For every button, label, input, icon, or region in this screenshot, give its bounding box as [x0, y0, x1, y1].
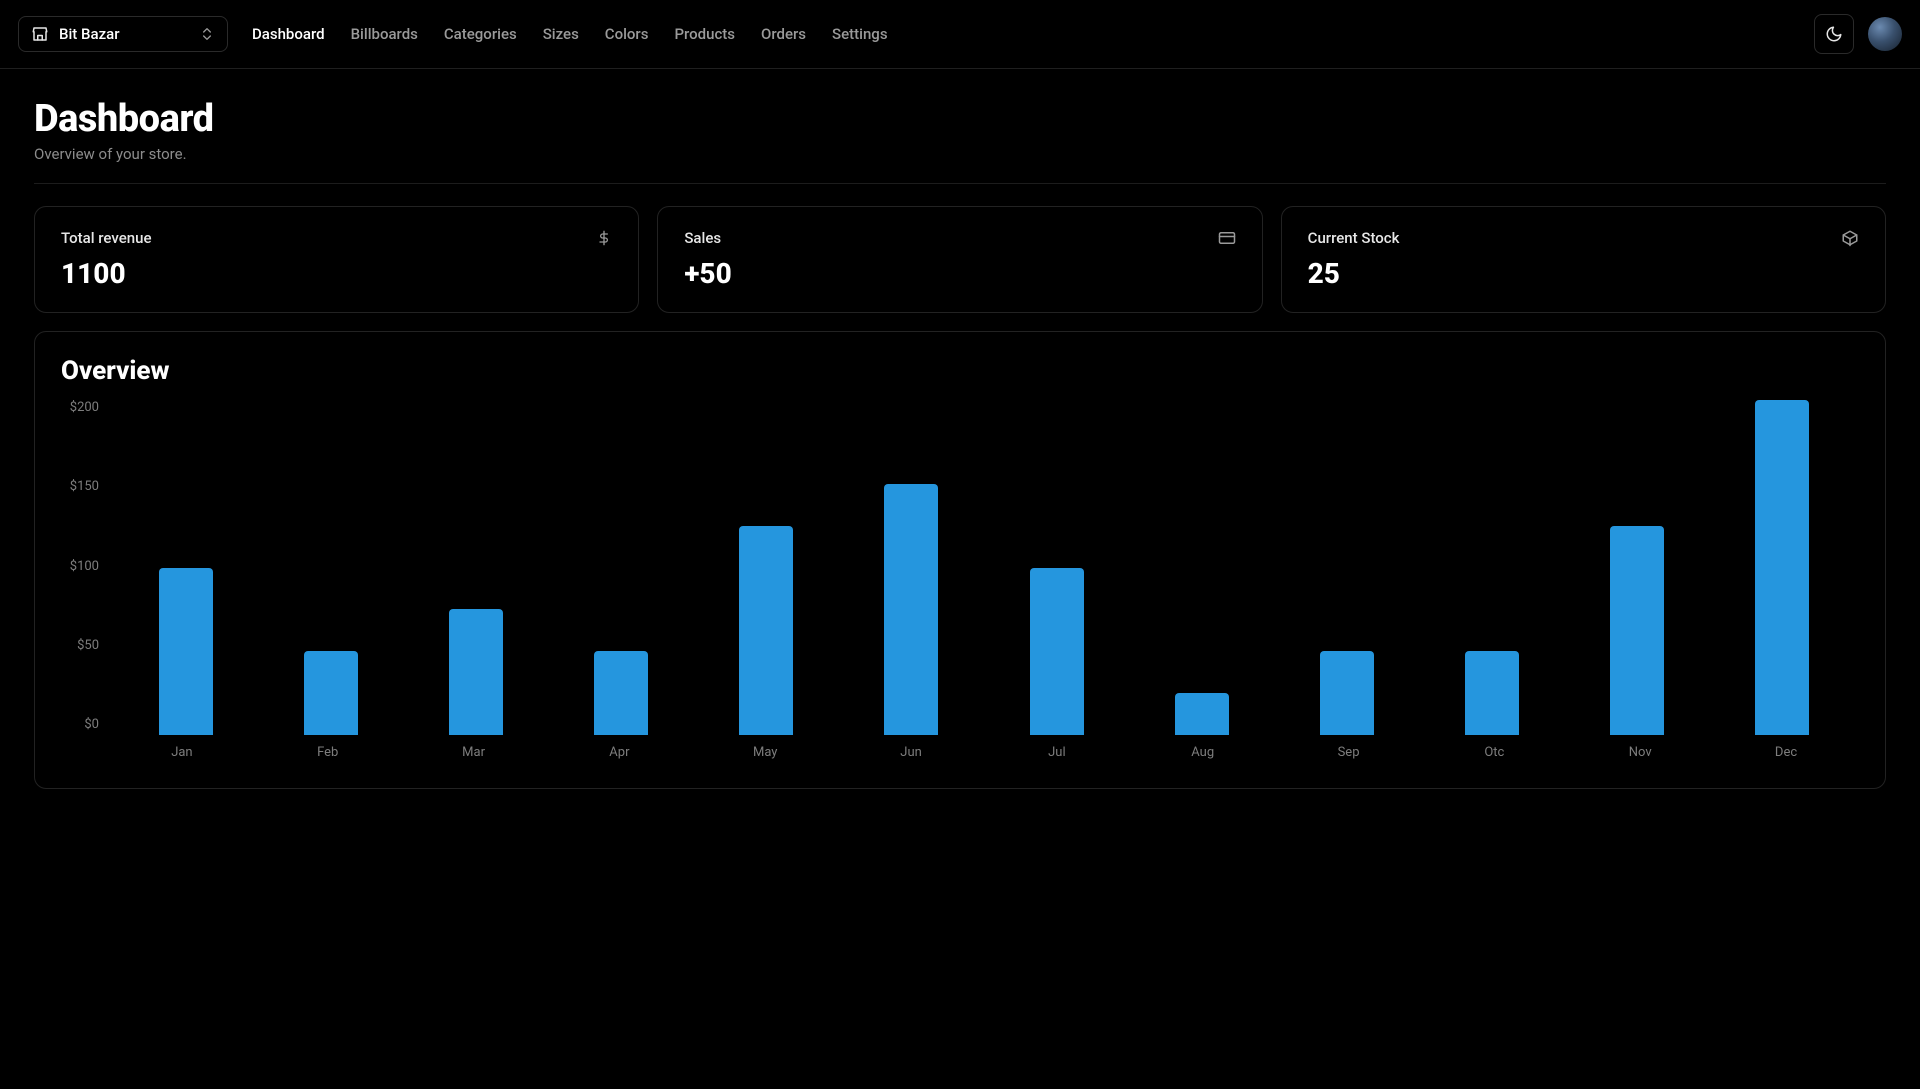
card-label: Current Stock: [1308, 229, 1400, 247]
bar-feb: [304, 651, 358, 735]
x-tick: Mar: [401, 745, 547, 760]
nav-item-categories[interactable]: Categories: [444, 25, 517, 43]
x-tick: Otc: [1421, 745, 1567, 760]
bar-slot: [984, 400, 1129, 735]
dollar-icon: [596, 230, 612, 246]
bar-dec: [1755, 400, 1809, 735]
bar-slot: [1129, 400, 1274, 735]
nav-item-sizes[interactable]: Sizes: [543, 25, 579, 43]
bar-slot: [1420, 400, 1565, 735]
bar-sep: [1320, 651, 1374, 735]
x-tick: Jan: [109, 745, 255, 760]
nav-item-dashboard[interactable]: Dashboard: [252, 25, 325, 43]
bar-slot: [403, 400, 548, 735]
bar-otc: [1465, 651, 1519, 735]
nav-item-settings[interactable]: Settings: [832, 25, 888, 43]
bar-slot: [1274, 400, 1419, 735]
x-tick: Jul: [984, 745, 1130, 760]
package-icon: [1841, 229, 1859, 247]
chart-title: Overview: [61, 356, 1859, 386]
y-tick: $0: [84, 717, 99, 732]
bar-slot: [839, 400, 984, 735]
page-subtitle: Overview of your store.: [34, 145, 1886, 163]
bar-nov: [1610, 526, 1664, 735]
chart-panel: Overview $200 $150 $100 $50 $0 JanFebMarAprM…: [34, 331, 1886, 789]
bar-slot: [549, 400, 694, 735]
y-tick: $100: [70, 559, 99, 574]
x-tick: Sep: [1276, 745, 1422, 760]
bar-slot: [258, 400, 403, 735]
y-tick: $50: [77, 638, 99, 653]
card-sales: Sales +50: [657, 206, 1262, 313]
bar-slot: [694, 400, 839, 735]
moon-icon: [1825, 25, 1843, 43]
x-tick: Feb: [255, 745, 401, 760]
x-tick: Jun: [838, 745, 984, 760]
x-tick: Apr: [546, 745, 692, 760]
main-nav: Dashboard Billboards Categories Sizes Colors…: [252, 25, 888, 43]
theme-toggle[interactable]: [1814, 14, 1854, 54]
y-tick: $150: [70, 479, 99, 494]
chevron-up-down-icon: [199, 26, 215, 42]
credit-card-icon: [1218, 229, 1236, 247]
card-label: Sales: [684, 229, 721, 247]
chart-x-axis: JanFebMarAprMayJunJulAugSepOtcNovDec: [109, 745, 1859, 760]
nav-item-billboards[interactable]: Billboards: [351, 25, 418, 43]
card-label: Total revenue: [61, 229, 151, 247]
x-tick: Dec: [1713, 745, 1859, 760]
avatar[interactable]: [1868, 17, 1902, 51]
store-selector[interactable]: Bit Bazar: [18, 16, 228, 52]
store-name: Bit Bazar: [59, 25, 189, 43]
bar-slot: [113, 400, 258, 735]
bar-mar: [449, 609, 503, 735]
nav-item-colors[interactable]: Colors: [605, 25, 649, 43]
page-title: Dashboard: [34, 97, 1886, 141]
bar-jun: [884, 484, 938, 735]
bar-slot: [1710, 400, 1855, 735]
bar-jul: [1030, 568, 1084, 736]
nav-item-products[interactable]: Products: [674, 25, 735, 43]
x-tick: Aug: [1130, 745, 1276, 760]
bar-apr: [594, 651, 648, 735]
x-tick: Nov: [1567, 745, 1713, 760]
bar-may: [739, 526, 793, 735]
card-current-stock: Current Stock 25: [1281, 206, 1886, 313]
card-total-revenue: Total revenue 1100: [34, 206, 639, 313]
nav-item-orders[interactable]: Orders: [761, 25, 806, 43]
bar-jan: [159, 568, 213, 736]
bar-slot: [1565, 400, 1710, 735]
card-value: +50: [684, 257, 1235, 290]
divider: [34, 183, 1886, 184]
bar-aug: [1175, 693, 1229, 735]
y-tick: $200: [70, 400, 99, 415]
card-value: 1100: [61, 257, 612, 290]
store-icon: [31, 25, 49, 43]
chart-bars: [109, 400, 1859, 735]
x-tick: May: [692, 745, 838, 760]
card-value: 25: [1308, 257, 1859, 290]
chart-y-axis: $200 $150 $100 $50 $0: [61, 400, 109, 760]
